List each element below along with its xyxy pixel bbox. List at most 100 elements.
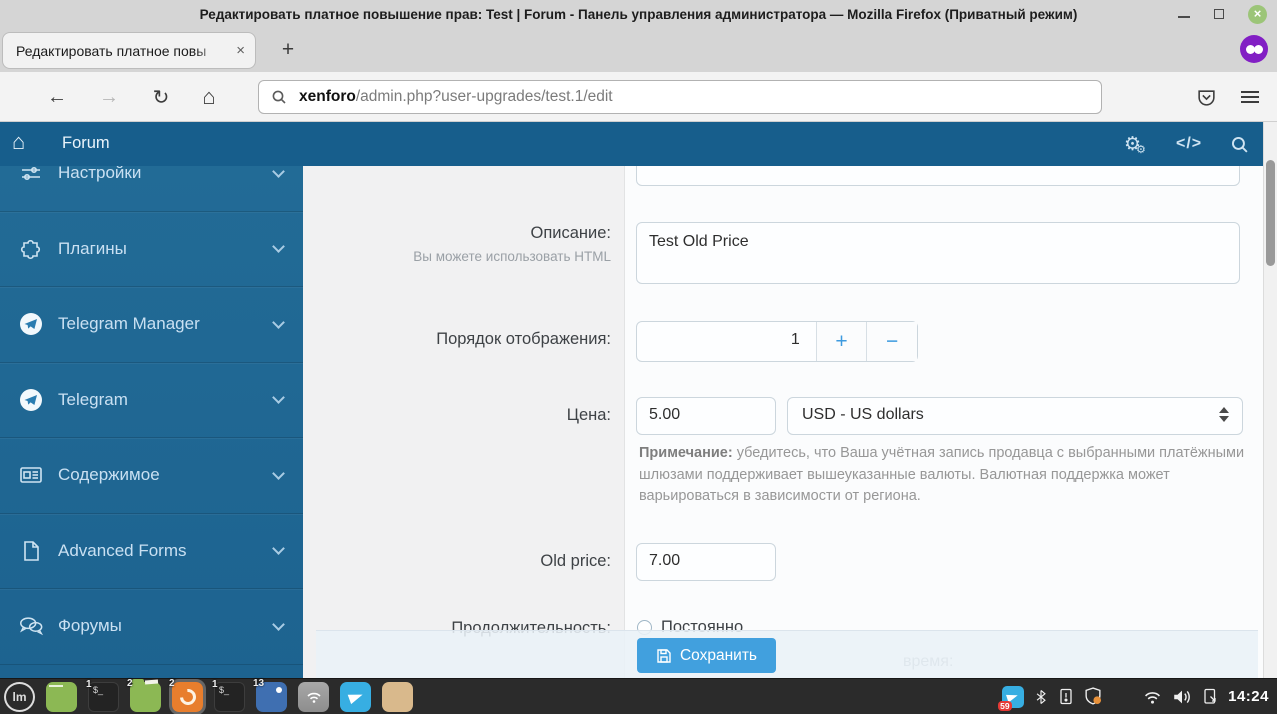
admin-brand[interactable]: Forum bbox=[62, 134, 110, 153]
admin-sidebar: Настройки Плагины Telegram Manager Teleg… bbox=[0, 166, 303, 678]
admin-home-icon[interactable]: ⌂ bbox=[12, 129, 25, 155]
admin-header: ⌂ Forum ⚙ ⚙ </> bbox=[0, 122, 1263, 166]
chevron-down-icon bbox=[272, 166, 285, 178]
toolbar-right bbox=[1196, 72, 1277, 122]
system-tray: 59 14:24 bbox=[998, 685, 1277, 711]
telegram-icon bbox=[347, 689, 364, 704]
pocket-icon[interactable] bbox=[1196, 87, 1217, 108]
mail-app-button[interactable]: 13 bbox=[253, 678, 287, 712]
sidebar-item-telegram-manager[interactable]: Telegram Manager bbox=[0, 287, 303, 363]
sidebar-item-label: Telegram bbox=[58, 389, 128, 409]
chevron-down-icon bbox=[272, 617, 285, 631]
tab-bar: Редактировать платное повы × + bbox=[0, 28, 1277, 72]
window-count-badge: 2 bbox=[127, 677, 133, 689]
decrement-button[interactable]: − bbox=[866, 322, 917, 361]
taskbar-apps: lm 1 $_ 2 2 1 $_ 13 bbox=[0, 678, 413, 714]
sidebar-menu: Настройки Плагины Telegram Manager Teleg… bbox=[0, 166, 303, 665]
select-arrows-icon bbox=[1219, 407, 1229, 422]
home-button[interactable]: ⌂ bbox=[192, 72, 226, 122]
firefox-button[interactable]: 2 bbox=[169, 678, 206, 714]
firefox-icon bbox=[176, 685, 199, 708]
new-tab-button[interactable]: + bbox=[276, 39, 300, 63]
forward-button[interactable]: → bbox=[92, 72, 126, 122]
admin-settings-icon[interactable]: ⚙ ⚙ bbox=[1124, 122, 1146, 166]
admin-code-icon[interactable]: </> bbox=[1176, 122, 1202, 166]
window-count-badge: 2 bbox=[169, 677, 175, 689]
mint-logo: lm bbox=[12, 689, 27, 704]
sidebar-item-forums[interactable]: Форумы bbox=[0, 589, 303, 665]
save-button-label: Сохранить bbox=[679, 646, 758, 664]
scrollbar-thumb[interactable] bbox=[1266, 160, 1275, 266]
volume-icon[interactable] bbox=[1172, 688, 1192, 706]
display-order-stepper: 1 + − bbox=[636, 321, 918, 362]
puzzle-icon bbox=[18, 236, 44, 262]
reload-button[interactable]: ↻ bbox=[144, 72, 178, 122]
back-button[interactable]: ← bbox=[40, 72, 74, 122]
currency-select[interactable]: USD - US dollars bbox=[787, 397, 1243, 435]
chevron-down-icon bbox=[272, 542, 285, 556]
telegram-icon bbox=[18, 387, 44, 413]
window-count-badge: 1 bbox=[212, 678, 218, 690]
old-price-input[interactable]: 7.00 bbox=[636, 543, 776, 581]
currency-selected-value: USD - US dollars bbox=[802, 406, 924, 423]
app-window-button[interactable] bbox=[46, 681, 77, 712]
increment-button[interactable]: + bbox=[815, 322, 867, 361]
sidebar-item-settings[interactable]: Настройки bbox=[0, 166, 303, 212]
display-order-input[interactable]: 1 bbox=[637, 322, 816, 361]
minimize-button[interactable] bbox=[1178, 15, 1190, 19]
terminal-button[interactable]: 1 $_ bbox=[212, 678, 245, 712]
bluetooth-icon[interactable] bbox=[1034, 688, 1048, 706]
url-text: xenforo/admin.php?user-upgrades/test.1/e… bbox=[299, 88, 613, 106]
description-hint: Вы можете использовать HTML bbox=[413, 249, 611, 264]
menu-icon[interactable] bbox=[1241, 91, 1259, 103]
file-manager-button[interactable]: 2 bbox=[127, 678, 161, 712]
shield-update-icon[interactable] bbox=[1084, 687, 1102, 706]
sidebar-item-label: Advanced Forms bbox=[58, 540, 187, 560]
telegram-tray-icon[interactable]: 59 bbox=[998, 685, 1025, 711]
description-textarea[interactable]: Test Old Price bbox=[636, 222, 1240, 284]
page-scrollbar[interactable] bbox=[1263, 122, 1277, 678]
telegram-app-button[interactable] bbox=[340, 681, 371, 712]
sidebar-item-advanced-forms[interactable]: Advanced Forms bbox=[0, 514, 303, 589]
restore-button[interactable] bbox=[1214, 9, 1224, 19]
clipped-top-input[interactable] bbox=[636, 166, 1240, 186]
save-button[interactable]: Сохранить bbox=[637, 638, 776, 673]
network-app-button[interactable] bbox=[298, 681, 329, 712]
clipboard-icon[interactable] bbox=[1058, 687, 1074, 706]
chevron-down-icon bbox=[272, 466, 285, 480]
floppy-icon bbox=[657, 648, 671, 663]
admin-search-icon[interactable] bbox=[1230, 122, 1249, 166]
telegram-unread-badge: 59 bbox=[998, 700, 1012, 711]
display-order-label: Порядок отображения: bbox=[436, 330, 611, 348]
url-path: /admin.php?user-upgrades/test.1/edit bbox=[355, 88, 613, 105]
url-bar[interactable]: xenforo/admin.php?user-upgrades/test.1/e… bbox=[258, 80, 1102, 114]
form-content: Описание: Вы можете использовать HTML Te… bbox=[303, 166, 1263, 678]
tab-close-icon[interactable]: × bbox=[236, 43, 245, 58]
sidebar-item-content[interactable]: Содержимое bbox=[0, 438, 303, 514]
window-count-badge: 1 bbox=[86, 678, 92, 690]
search-icon bbox=[272, 90, 286, 104]
sidebar-item-label: Настройки bbox=[58, 166, 142, 183]
payment-note: Примечание: убедитесь, что Ваша учётная … bbox=[639, 443, 1251, 508]
keyboard-layout-flag-icon[interactable] bbox=[1112, 690, 1133, 704]
sliders-icon bbox=[18, 166, 44, 186]
files-app-button[interactable] bbox=[382, 681, 413, 712]
wifi-status-icon[interactable] bbox=[1143, 689, 1162, 705]
close-button[interactable]: × bbox=[1248, 4, 1267, 24]
terminal-button[interactable]: 1 $_ bbox=[86, 678, 119, 712]
note-prefix: Примечание: bbox=[639, 445, 733, 461]
sidebar-item-telegram[interactable]: Telegram bbox=[0, 363, 303, 438]
sidebar-item-label: Telegram Manager bbox=[58, 314, 200, 334]
mint-menu-button[interactable]: lm bbox=[4, 681, 35, 712]
url-domain: xenforo bbox=[299, 88, 356, 105]
browser-toolbar: ← → ↻ ⌂ xenforo/admin.php?user-upgrades/… bbox=[0, 72, 1277, 122]
save-bar: Сохранить bbox=[316, 630, 1258, 678]
newspaper-icon bbox=[18, 462, 44, 488]
private-browsing-icon bbox=[1240, 35, 1268, 63]
clock[interactable]: 14:24 bbox=[1228, 688, 1269, 705]
chevron-down-icon bbox=[272, 315, 285, 329]
price-input[interactable]: 5.00 bbox=[636, 397, 776, 435]
browser-tab[interactable]: Редактировать платное повы × bbox=[2, 32, 256, 69]
sidebar-item-plugins[interactable]: Плагины bbox=[0, 212, 303, 287]
power-manager-icon[interactable] bbox=[1202, 687, 1218, 706]
